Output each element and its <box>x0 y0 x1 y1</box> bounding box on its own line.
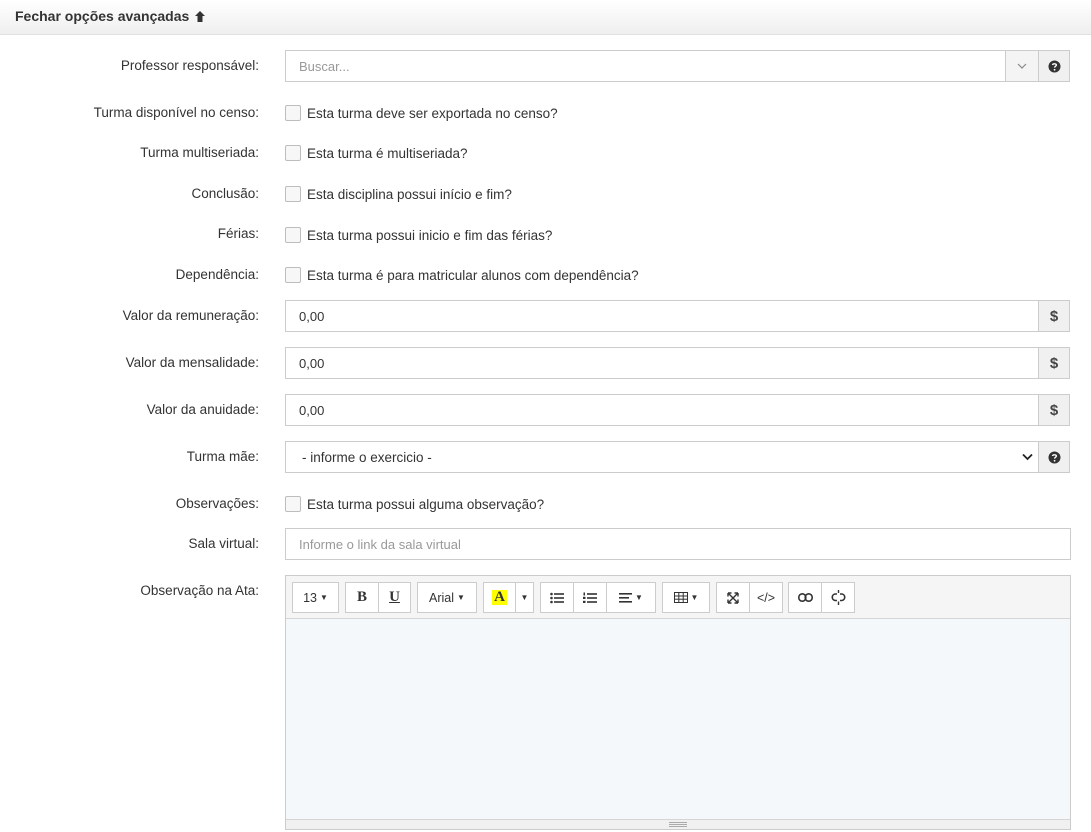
advanced-options-header: Fechar opções avançadas <box>0 0 1091 35</box>
turma-mae-label: Turma mãe: <box>186 449 259 464</box>
editor-toolbar: 13 ▼ B U Arial ▼ A ▼ ▼ ▼ </> <box>286 576 1070 619</box>
chevron-down-icon <box>1022 453 1033 461</box>
conclusao-check-row: Esta disciplina possui início e fim? <box>285 186 512 202</box>
paragraph-align-dropdown[interactable]: ▼ <box>606 582 656 613</box>
code-icon: </> <box>756 590 776 605</box>
fullscreen-button[interactable] <box>716 582 750 613</box>
multiseriada-check-label: Esta turma é multiseriada? <box>307 145 468 161</box>
conclusao-checkbox[interactable] <box>285 186 301 202</box>
unordered-list-button[interactable] <box>540 582 574 613</box>
censo-label: Turma disponível no censo: <box>93 105 259 120</box>
highlight-icon: A <box>492 589 507 605</box>
anuidade-input[interactable]: 0,00 <box>285 394 1039 426</box>
unlink-icon <box>831 590 845 605</box>
censo-check-label: Esta turma deve ser exportada no censo? <box>307 105 558 121</box>
font-size-dropdown[interactable]: 13 ▼ <box>292 582 339 613</box>
caret-down-icon: ▼ <box>635 593 643 602</box>
caret-down-icon: ▼ <box>690 593 699 602</box>
bold-icon: B <box>356 589 367 605</box>
bold-button[interactable]: B <box>345 582 379 613</box>
align-left-icon <box>619 592 633 603</box>
table-icon <box>673 592 688 603</box>
multiseriada-check-row: Esta turma é multiseriada? <box>285 145 468 161</box>
unlink-button[interactable] <box>821 582 855 613</box>
conclusao-check-label: Esta disciplina possui início e fim? <box>307 186 512 202</box>
professor-search-input[interactable]: Buscar... <box>285 50 1039 82</box>
turma-mae-help-button[interactable] <box>1038 441 1070 473</box>
expand-icon <box>727 591 739 604</box>
ordered-list-icon <box>583 592 597 603</box>
ferias-label: Férias: <box>217 226 259 241</box>
anuidade-label: Valor da anuidade: <box>146 402 259 417</box>
sala-virtual-input[interactable]: Informe o link da sala virtual <box>285 528 1071 560</box>
close-advanced-options-toggle[interactable]: Fechar opções avançadas <box>15 8 206 24</box>
dependencia-checkbox[interactable] <box>285 267 301 283</box>
ferias-check-row: Esta turma possui inicio e fim das féria… <box>285 227 552 243</box>
mensalidade-currency-addon: $ <box>1038 347 1070 379</box>
multiseriada-label: Turma multiseriada: <box>140 145 259 160</box>
toggle-label: Fechar opções avançadas <box>15 8 190 24</box>
link-icon <box>797 593 813 602</box>
font-family-value: Arial <box>429 590 455 605</box>
censo-checkbox[interactable] <box>285 105 301 121</box>
professor-placeholder: Buscar... <box>299 59 350 74</box>
chevron-down-icon <box>1017 63 1027 69</box>
professor-label: Professor responsável: <box>120 58 259 73</box>
font-size-value: 13 <box>303 590 317 605</box>
editor-resize-bar[interactable] <box>286 819 1070 829</box>
remuneracao-value: 0,00 <box>299 309 325 324</box>
font-family-dropdown[interactable]: Arial ▼ <box>417 582 477 613</box>
question-circle-icon <box>1048 60 1060 72</box>
table-dropdown[interactable]: ▼ <box>662 582 710 613</box>
professor-help-button[interactable] <box>1038 50 1070 82</box>
dependencia-check-label: Esta turma é para matricular alunos com … <box>307 267 639 283</box>
insert-link-button[interactable] <box>788 582 822 613</box>
mensalidade-value: 0,00 <box>299 356 325 371</box>
sala-virtual-placeholder: Informe o link da sala virtual <box>299 537 461 552</box>
observacoes-check-label: Esta turma possui alguma observação? <box>307 496 545 512</box>
multiseriada-checkbox[interactable] <box>285 145 301 161</box>
mensalidade-label: Valor da mensalidade: <box>125 355 259 370</box>
caret-down-icon: ▼ <box>457 593 465 602</box>
professor-dropdown-toggle[interactable] <box>1005 51 1038 81</box>
observacoes-checkbox[interactable] <box>285 496 301 512</box>
editor-content-area[interactable] <box>286 620 1070 820</box>
highlight-color-dropdown[interactable]: ▼ <box>515 582 534 613</box>
observacao-ata-label: Observação na Ata: <box>140 583 259 598</box>
turma-mae-selected: - informe o exercicio - <box>302 450 432 465</box>
conclusao-label: Conclusão: <box>191 186 259 201</box>
censo-check-row: Esta turma deve ser exportada no censo? <box>285 105 558 121</box>
sala-virtual-label: Sala virtual: <box>188 536 259 551</box>
question-circle-icon <box>1048 451 1060 463</box>
resize-grip-icon <box>669 822 687 827</box>
caret-down-icon: ▼ <box>520 593 529 602</box>
observacoes-label: Observações: <box>175 496 259 511</box>
highlight-color-button[interactable]: A <box>483 582 516 613</box>
mensalidade-input[interactable]: 0,00 <box>285 347 1039 379</box>
ferias-check-label: Esta turma possui inicio e fim das féria… <box>307 227 553 243</box>
ordered-list-button[interactable] <box>573 582 607 613</box>
remuneracao-currency-addon: $ <box>1038 300 1070 332</box>
rich-text-editor: 13 ▼ B U Arial ▼ A ▼ ▼ ▼ </> <box>285 575 1071 830</box>
code-view-button[interactable]: </> <box>749 582 783 613</box>
underline-button[interactable]: U <box>378 582 411 613</box>
remuneracao-input[interactable]: 0,00 <box>285 300 1039 332</box>
arrow-up-icon <box>195 10 206 22</box>
dependencia-check-row: Esta turma é para matricular alunos com … <box>285 267 639 283</box>
remuneracao-label: Valor da remuneração: <box>122 308 259 323</box>
dollar-icon: $ <box>1049 354 1059 372</box>
caret-down-icon: ▼ <box>319 593 328 602</box>
underline-icon: U <box>389 589 400 605</box>
unordered-list-icon <box>550 592 564 603</box>
anuidade-value: 0,00 <box>299 403 325 418</box>
dollar-icon: $ <box>1049 307 1059 325</box>
ferias-checkbox[interactable] <box>285 227 301 243</box>
dependencia-label: Dependência: <box>175 267 259 282</box>
anuidade-currency-addon: $ <box>1038 394 1070 426</box>
observacoes-check-row: Esta turma possui alguma observação? <box>285 496 544 512</box>
turma-mae-select[interactable]: - informe o exercicio - <box>285 441 1039 473</box>
dollar-icon: $ <box>1049 401 1059 419</box>
